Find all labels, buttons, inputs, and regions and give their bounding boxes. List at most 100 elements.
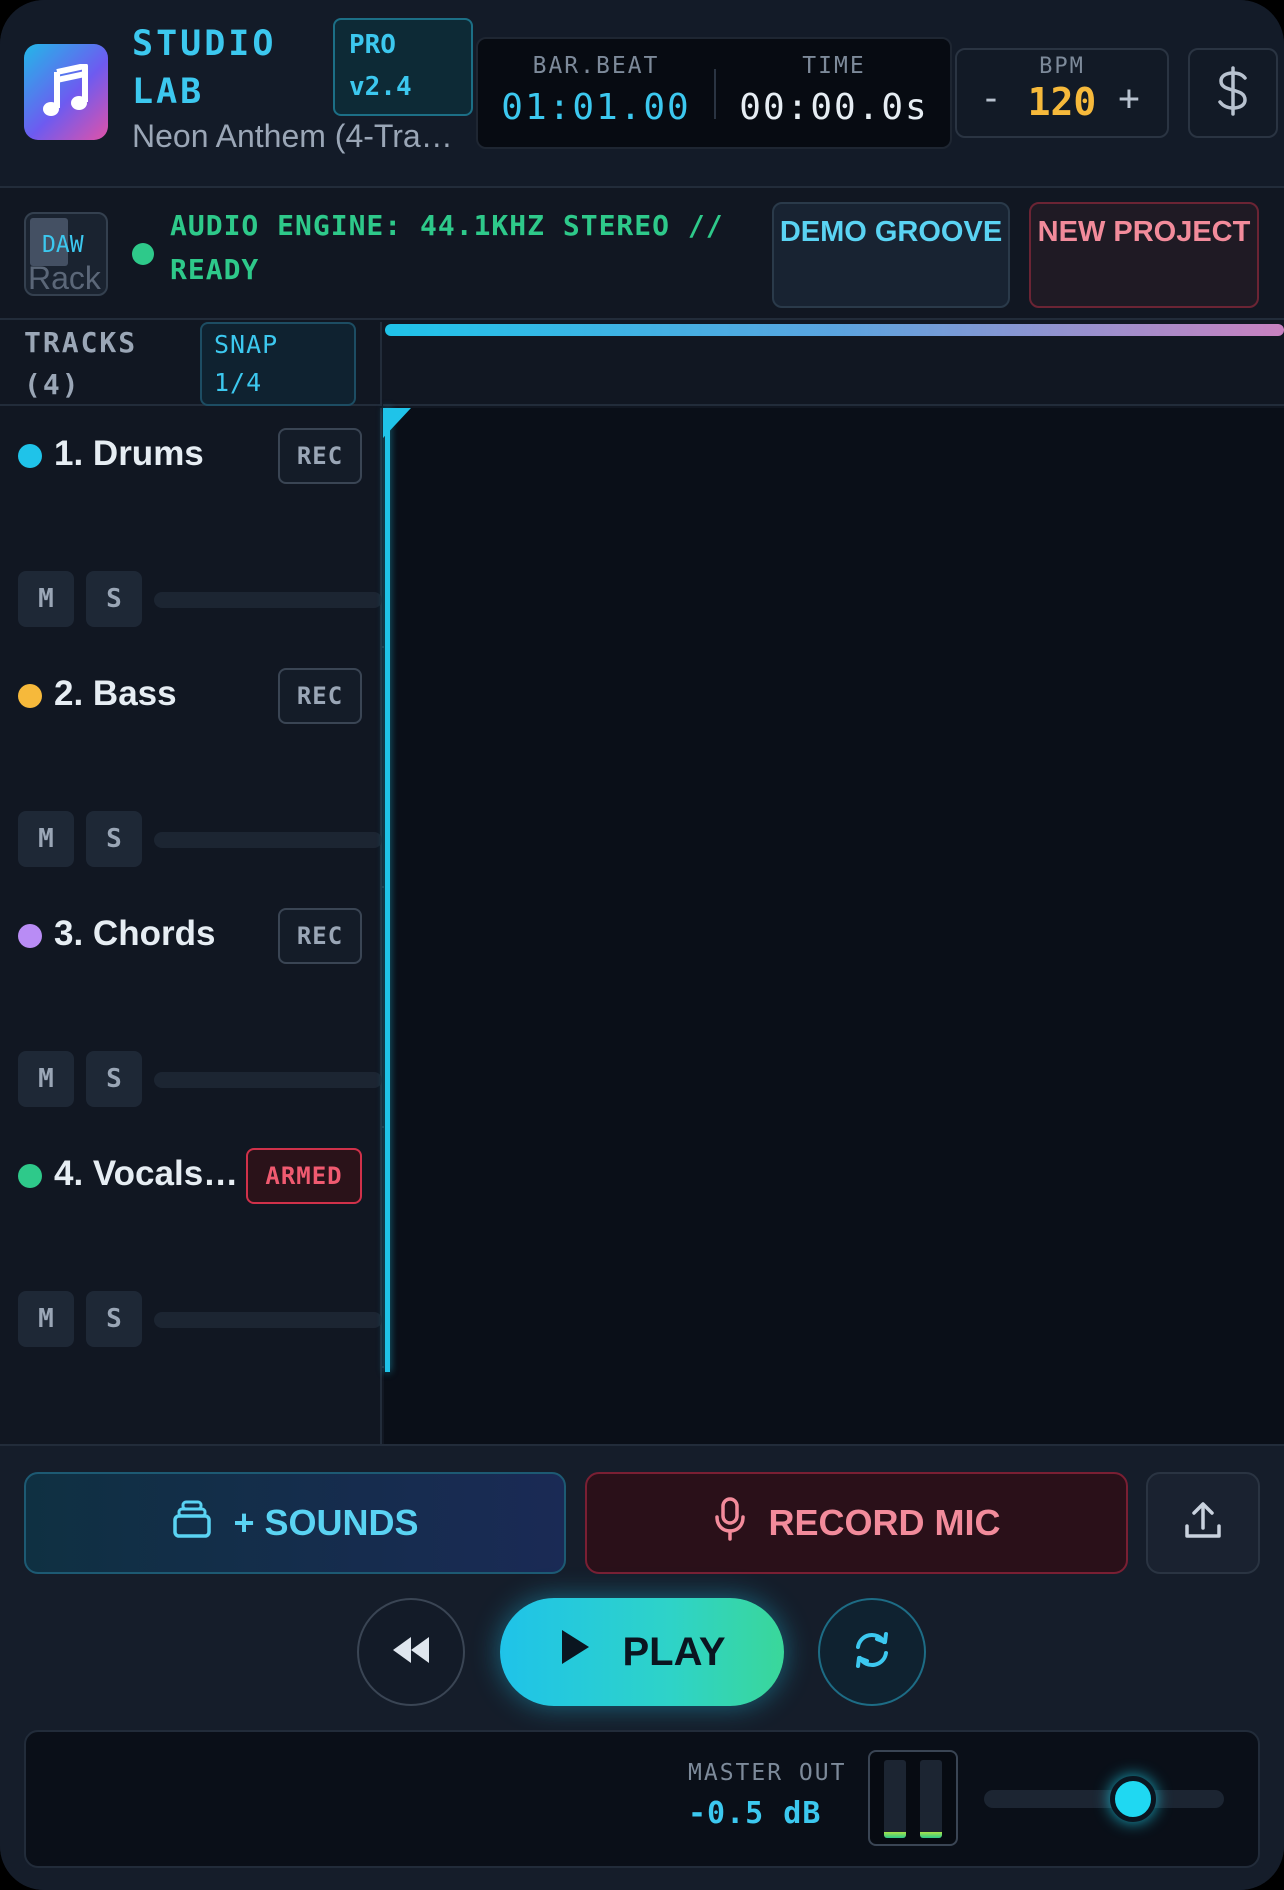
track-header: 2. Bass REC M S (0, 648, 382, 888)
track-name[interactable]: 1. Drums (54, 434, 244, 474)
tracks-empty-space (0, 1368, 1284, 1444)
tracks-header: TRACKS (4) SNAP 1/4 (0, 322, 382, 406)
bpm-decrease-button[interactable]: - (971, 74, 1011, 124)
track-name[interactable]: 3. Chords (54, 914, 244, 954)
playhead-line[interactable] (385, 408, 390, 1372)
sound-library-icon (171, 1498, 213, 1549)
track-row: 1. Drums REC M S (0, 408, 1284, 648)
time-label: TIME (802, 53, 866, 79)
track-row: 2. Bass REC M S (0, 648, 1284, 888)
add-sounds-button[interactable]: + SOUNDS (24, 1472, 566, 1574)
track-header: 4. Vocals (Mic) ARMED M S (0, 1128, 382, 1368)
record-armed-button[interactable]: ARMED (246, 1148, 362, 1204)
record-arm-button[interactable]: REC (278, 908, 362, 964)
track-name[interactable]: 2. Bass (54, 674, 244, 714)
master-volume-knob[interactable] (1109, 1776, 1156, 1822)
play-button[interactable]: PLAY (500, 1598, 784, 1706)
master-volume-slider[interactable] (984, 1776, 1224, 1822)
engine-status-bar: DAW Rack AUDIO ENGINE: 44.1KHZ STEREO //… (0, 190, 1284, 320)
level-meter (868, 1750, 958, 1846)
play-label: PLAY (622, 1629, 726, 1674)
mute-button[interactable]: M (18, 571, 74, 627)
tracks-count-label: TRACKS (4) (24, 326, 138, 401)
bar-beat-readout: BAR.BEAT 01:01.00 (478, 39, 714, 151)
track-row: 4. Vocals (Mic) ARMED M S (0, 1128, 1284, 1368)
track-lane[interactable] (384, 888, 1284, 1128)
track-row: 3. Chords REC M S (0, 888, 1284, 1128)
bpm-control: BPM - 120 + (955, 48, 1169, 138)
meter-left-channel (884, 1760, 906, 1838)
rack-alt-text-2: Rack (28, 260, 101, 296)
track-lane[interactable] (384, 648, 1284, 888)
brand-line-2: LAB (132, 72, 205, 112)
snap-button[interactable]: SNAP 1/4 (200, 322, 356, 406)
playhead-handle[interactable] (383, 408, 411, 438)
loop-region-bar[interactable] (385, 324, 1284, 336)
track-color-dot (18, 924, 42, 948)
master-out-value: -0.5 dB (688, 1796, 822, 1831)
loop-icon (850, 1628, 894, 1677)
track-color-dot (18, 444, 42, 468)
meter-right-channel (920, 1760, 942, 1838)
new-project-button[interactable]: NEW PROJECT (1029, 202, 1259, 308)
track-panel-filler (0, 1368, 382, 1444)
track-lane[interactable] (384, 408, 1284, 648)
export-button[interactable] (1146, 1472, 1260, 1574)
record-arm-button[interactable]: REC (278, 428, 362, 484)
track-name[interactable]: 4. Vocals (Mic) (54, 1154, 244, 1194)
loop-button[interactable] (818, 1598, 926, 1706)
engine-status-text: AUDIO ENGINE: 44.1KHZ STEREO // READY (170, 209, 724, 286)
record-arm-button[interactable]: REC (278, 668, 362, 724)
bar-beat-value: 01:01.00 (501, 87, 691, 128)
daw-app: STUDIO LAB Neon Anthem (4-Track) PRO v2.… (0, 0, 1284, 1890)
snap-label: SNAP (214, 330, 279, 359)
upgrade-button[interactable] (1188, 48, 1278, 138)
badge-line-2: v2.4 (349, 72, 412, 102)
track-lane[interactable] (384, 1128, 1284, 1368)
solo-button[interactable]: S (86, 1051, 142, 1107)
mute-button[interactable]: M (18, 811, 74, 867)
track-volume-slider[interactable] (154, 1072, 382, 1088)
demo-groove-button[interactable]: DEMO GROOVE (772, 202, 1010, 308)
bar-beat-label: BAR.BEAT (532, 53, 660, 79)
position-display: BAR.BEAT 01:01.00 TIME 00:00.0s (476, 37, 952, 149)
music-note-icon (24, 44, 108, 140)
time-value: 00:00.0s (739, 87, 929, 128)
mute-button[interactable]: M (18, 1051, 74, 1107)
track-header: 1. Drums REC M S (0, 408, 382, 648)
bpm-value[interactable]: 120 (1013, 80, 1111, 124)
solo-button[interactable]: S (86, 571, 142, 627)
record-mic-button[interactable]: RECORD MIC (585, 1472, 1128, 1574)
track-volume-slider[interactable] (154, 1312, 382, 1328)
rewind-button[interactable] (357, 1598, 465, 1706)
play-icon (558, 1627, 592, 1677)
daw-rack-image[interactable]: DAW Rack (24, 212, 108, 296)
master-output-panel: MASTER OUT -0.5 dB (24, 1730, 1260, 1868)
timeline-ruler[interactable] (383, 322, 1284, 406)
version-badge: PRO v2.4 (333, 18, 473, 116)
solo-button[interactable]: S (86, 811, 142, 867)
transport-footer: + SOUNDS RECORD MIC PLAY MASTER OUT -0.5… (0, 1444, 1284, 1890)
snap-value: 1/4 (214, 368, 263, 397)
meter-left-fill (884, 1831, 906, 1838)
project-name[interactable]: Neon Anthem (4-Track) (132, 118, 454, 155)
badge-line-1: PRO (349, 30, 396, 60)
track-color-dot (18, 1164, 42, 1188)
engine-status-indicator (132, 243, 154, 265)
rewind-icon (389, 1633, 433, 1672)
track-volume-slider[interactable] (154, 832, 382, 848)
add-sounds-label: + SOUNDS (233, 1502, 419, 1543)
bpm-increase-button[interactable]: + (1109, 74, 1149, 124)
time-readout: TIME 00:00.0s (716, 39, 952, 151)
track-header: 3. Chords REC M S (0, 888, 382, 1128)
app-header: STUDIO LAB Neon Anthem (4-Track) PRO v2.… (0, 0, 1284, 188)
master-out-label: MASTER OUT (688, 1760, 847, 1786)
solo-button[interactable]: S (86, 1291, 142, 1347)
track-color-dot (18, 684, 42, 708)
microphone-icon (713, 1496, 747, 1551)
track-volume-slider[interactable] (154, 592, 382, 608)
arrangement-view: TRACKS (4) SNAP 1/4 1. Drums REC M S 2. … (0, 322, 1284, 1444)
brand-line-1: STUDIO (132, 24, 277, 64)
mute-button[interactable]: M (18, 1291, 74, 1347)
meter-right-fill (920, 1831, 942, 1838)
